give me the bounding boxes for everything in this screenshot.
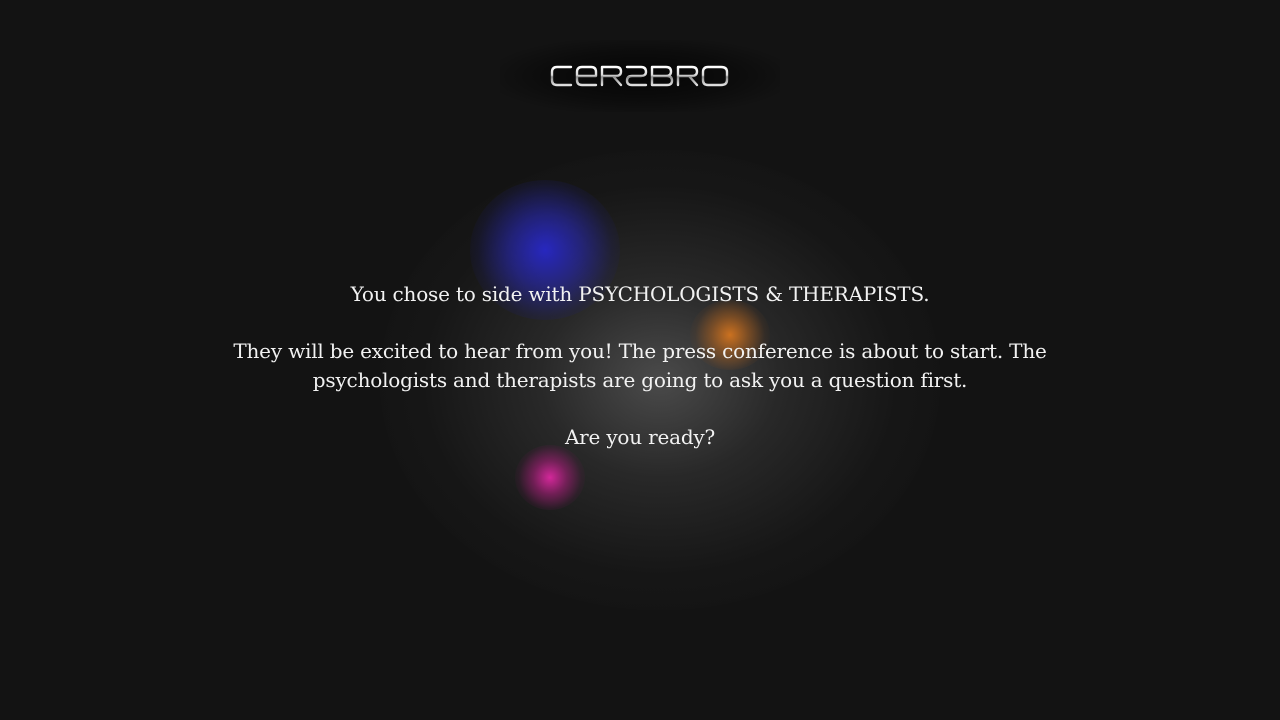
- story-message: You chose to side with PSYCHOLOGISTS & T…: [230, 280, 1050, 480]
- ready-prompt-text: Are you ready?: [564, 425, 716, 449]
- cerebro-wordmark-icon: [550, 65, 729, 87]
- press-conference-text: They will be excited to hear from you! T…: [233, 339, 1047, 392]
- logo: [500, 40, 780, 112]
- side-choice-text: You chose to side with PSYCHOLOGISTS & T…: [350, 282, 930, 306]
- game-screen: You chose to side with PSYCHOLOGISTS & T…: [0, 0, 1280, 720]
